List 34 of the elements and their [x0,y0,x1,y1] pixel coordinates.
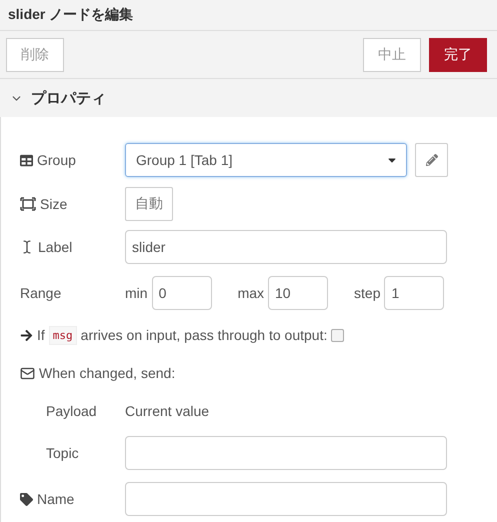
pencil-icon [426,154,438,166]
field-label: Group [37,152,76,168]
code-snippet: msg [48,326,77,344]
field-label: arrives on input, pass through to output: [80,327,328,343]
field-label: Topic [46,445,79,461]
size-button[interactable]: 自動 [125,186,173,220]
tag-icon [20,492,33,506]
range-label: step [354,285,380,301]
range-label: max [238,285,264,301]
number-field[interactable]: 10 [268,276,328,310]
section-title[interactable]: プロパティ [31,88,106,108]
checkbox[interactable] [331,328,344,342]
field-label: Payload [46,403,97,419]
field-label: Range [20,285,62,301]
edit-button[interactable] [415,143,448,177]
dialog-title: slider ノードを編集 [8,6,134,24]
field-label: If [37,327,45,343]
field-label: Size [40,196,68,212]
text-field[interactable] [125,482,447,516]
table-icon [20,154,33,166]
field-label: Name [37,491,74,507]
arrow-right-icon [20,328,33,342]
field-value: Current value [125,403,210,419]
number-field[interactable]: 0 [152,276,212,310]
section-label: When changed, send: [39,365,176,381]
text-field[interactable] [125,436,447,470]
resize-icon [20,196,36,210]
envelope-icon [20,366,35,380]
done-button[interactable]: 完了 [429,38,487,72]
number-field[interactable]: 1 [384,276,444,310]
text-field[interactable]: slider [125,230,447,264]
range-label: min [125,285,148,301]
group-select[interactable]: Group 1 [Tab 1] [125,143,407,177]
field-label: Label [38,239,72,255]
